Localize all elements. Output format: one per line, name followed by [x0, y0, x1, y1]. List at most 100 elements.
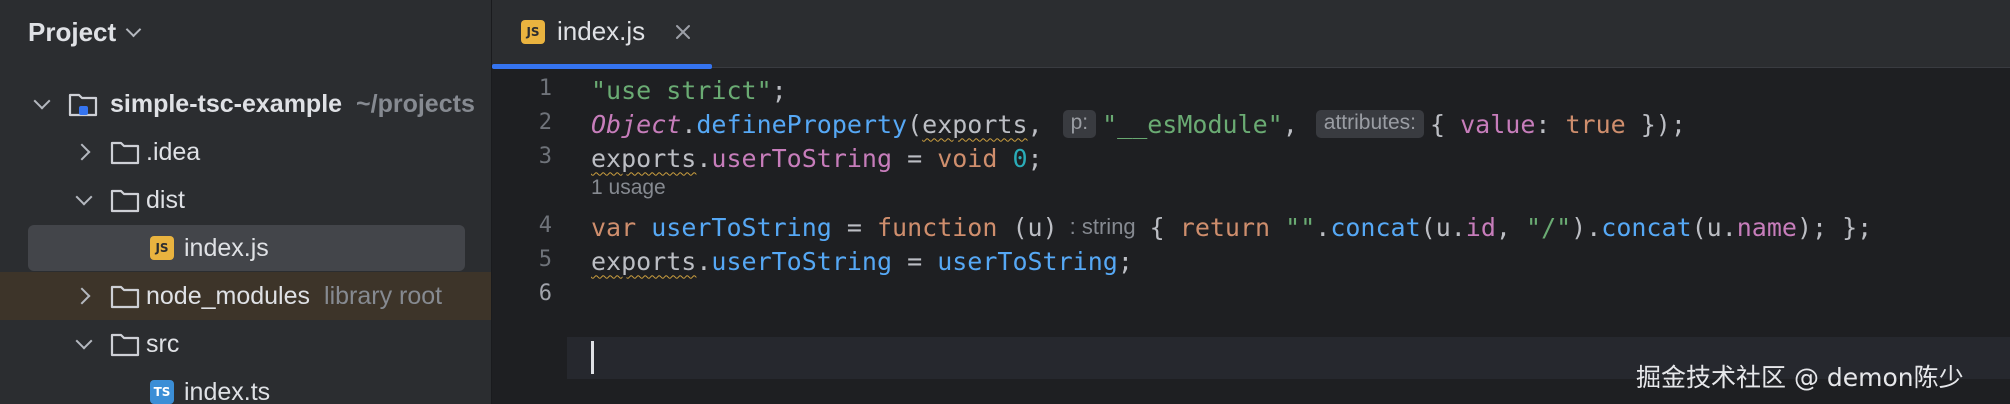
punctuation: : [1535, 109, 1566, 139]
parameter-hint: attributes: [1315, 110, 1424, 138]
tree-item-label: .idea [146, 137, 201, 166]
punctuation: . [696, 143, 712, 173]
line-number: 6 [538, 281, 552, 306]
parameter-hint: p: [1062, 110, 1097, 138]
string-literal: "use strict" [591, 75, 772, 105]
identifier-reference: userToString [937, 246, 1118, 276]
punctuation: ; [1027, 143, 1043, 173]
punctuation: . [696, 246, 712, 276]
punctuation: ( [907, 109, 923, 139]
project-tool-window: Project simple-tsc-example ~/projects .id… [0, 0, 491, 404]
tree-item-src[interactable]: src [0, 320, 491, 368]
project-title: Project [28, 16, 117, 47]
punctuation: ; [771, 75, 787, 105]
folder-icon [110, 139, 140, 165]
code-line-5[interactable]: exports. userToString = userToString; [591, 240, 1133, 282]
tree-item-node-modules[interactable]: node_modules library root [0, 272, 491, 320]
typescript-file-icon: TS [150, 380, 174, 404]
operator: = [892, 246, 938, 276]
keyword: return [1179, 212, 1271, 242]
global-object: Object [591, 109, 682, 139]
punctuation: { [1430, 109, 1461, 139]
punctuation: }); [1625, 109, 1686, 139]
string-literal: "" [1285, 212, 1316, 242]
folder-icon [110, 331, 140, 357]
punctuation: . [681, 109, 697, 139]
function-call: concat [1601, 212, 1692, 242]
punctuation: . [1315, 212, 1331, 242]
function-call: defineProperty [696, 109, 908, 139]
property-name: id [1465, 212, 1496, 242]
tree-item-project-root[interactable]: simple-tsc-example ~/projects [0, 80, 491, 128]
identifier-warning[interactable]: exports [591, 144, 696, 173]
collapse-arrow-icon[interactable] [72, 188, 96, 212]
punctuation: , [1495, 212, 1527, 242]
property-name: userToString [711, 143, 893, 173]
text-caret [591, 341, 594, 374]
tab-index-js[interactable]: JS index.js [492, 0, 712, 69]
editor-tab-bar: JS index.js [492, 0, 2010, 69]
operator: = [831, 212, 877, 242]
chevron-down-icon[interactable] [125, 21, 142, 37]
punctuation: (u. [1691, 212, 1737, 242]
usages-hint-link[interactable]: 1 usage [591, 176, 666, 200]
function-name: userToString [651, 212, 832, 242]
line-number: 5 [538, 247, 552, 272]
tree-item-idea[interactable]: .idea [0, 128, 491, 176]
property-name: name [1736, 212, 1797, 242]
keyword: function [877, 212, 998, 242]
project-view-selector[interactable]: Project [28, 14, 142, 50]
tree-item-index-ts[interactable]: TS index.ts [0, 368, 491, 404]
line-number-gutter: 1 2 3 4 5 6 [492, 69, 567, 404]
project-folder-icon [68, 91, 98, 117]
watermark-text: 掘金技术社区 @ demon陈少 [1636, 363, 1964, 392]
punctuation: ); }; [1796, 212, 1873, 242]
punctuation: , [1282, 109, 1298, 139]
punctuation: (u. [1420, 212, 1466, 242]
tree-item-index-js[interactable]: JS index.js [0, 224, 491, 272]
close-icon[interactable] [670, 19, 696, 45]
tree-item-label: node_modules [146, 281, 311, 310]
number-literal: 0 [1012, 143, 1028, 173]
collapse-arrow-icon[interactable] [30, 92, 54, 116]
property-name: value [1460, 109, 1536, 139]
operator: = [892, 143, 938, 173]
keyword: void [937, 143, 998, 173]
line-number: 4 [538, 213, 552, 238]
tree-item-dist[interactable]: dist [0, 176, 491, 224]
tab-label: index.js [557, 16, 646, 46]
code-editor[interactable]: 1 2 3 4 5 6 "use strict"; Object. defineP… [492, 69, 2010, 404]
identifier-warning[interactable]: exports [922, 110, 1027, 139]
punctuation: { [1149, 212, 1180, 242]
punctuation: ; [1117, 246, 1133, 276]
tree-item-label: dist [146, 185, 185, 214]
code-line-3[interactable]: exports. userToString = void 0; [591, 137, 1043, 179]
tree-item-label: index.ts [184, 377, 271, 404]
string-literal: "/" [1526, 212, 1572, 242]
javascript-file-icon: JS [150, 236, 174, 260]
line-number: 2 [538, 110, 552, 135]
tree-item-label: index.js [184, 233, 269, 262]
keyword: true [1565, 109, 1626, 139]
return-type-hint: : string [1069, 214, 1136, 239]
tree-item-label: simple-tsc-example [110, 89, 343, 118]
collapse-arrow-icon[interactable] [72, 332, 96, 356]
function-call: concat [1330, 212, 1421, 242]
punctuation: ). [1571, 212, 1602, 242]
expand-arrow-icon[interactable] [72, 140, 96, 164]
keyword: var [591, 212, 637, 242]
folder-icon [110, 283, 140, 309]
parameter-list: (u) [997, 212, 1058, 242]
editor-area: JS index.js 1 2 3 4 5 6 "use strict"; Ob… [491, 0, 2010, 404]
library-root-hint: library root [324, 281, 443, 310]
tree-item-label: src [146, 329, 180, 358]
javascript-file-icon: JS [521, 20, 545, 44]
expand-arrow-icon[interactable] [72, 284, 96, 308]
tree-item-path-hint: ~/projects [356, 89, 475, 118]
folder-icon [110, 187, 140, 213]
identifier-warning[interactable]: exports [591, 247, 696, 276]
string-literal: "__esModule" [1102, 109, 1283, 139]
